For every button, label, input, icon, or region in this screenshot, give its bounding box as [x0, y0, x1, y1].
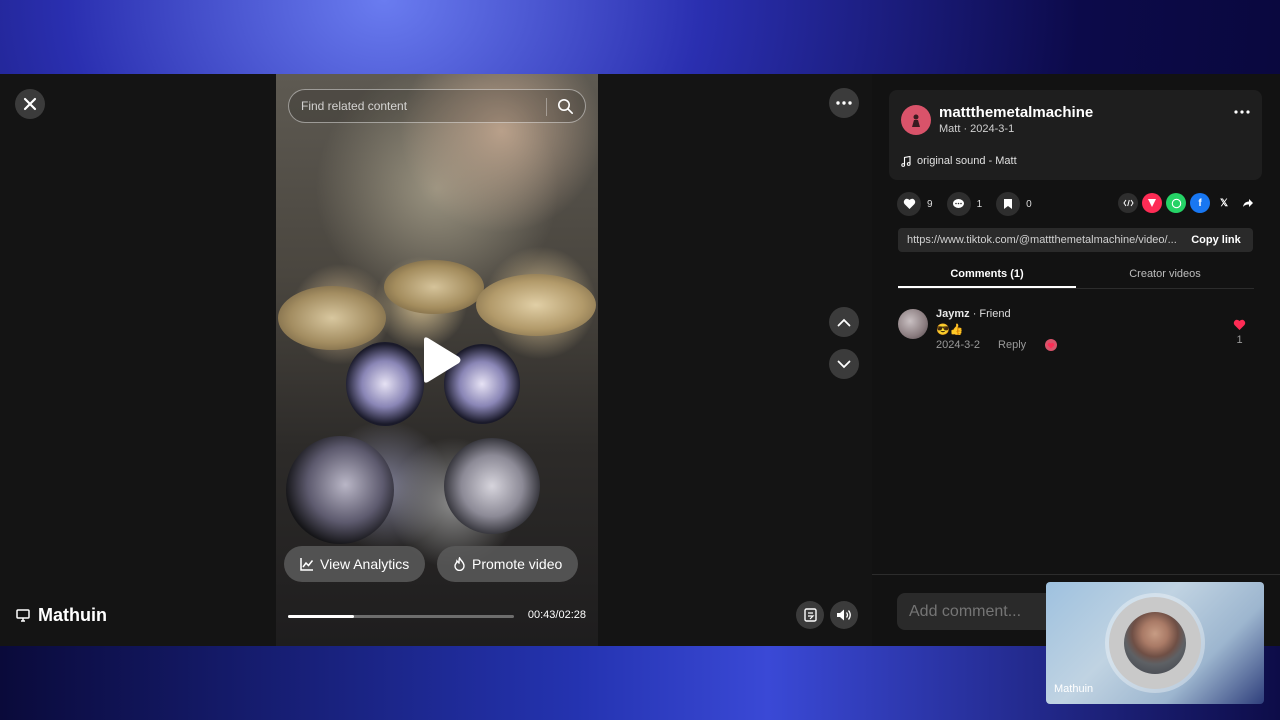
author-subline: Matt · 2024-3-1 — [939, 123, 1015, 135]
drum-shape — [346, 342, 424, 426]
promote-video-button[interactable]: Promote video — [437, 546, 579, 582]
cymbal-shape — [384, 260, 484, 314]
previous-video-button[interactable] — [829, 307, 859, 337]
panel-tabs: Comments (1) Creator videos — [898, 260, 1254, 289]
embed-icon[interactable] — [1118, 193, 1138, 213]
comment-like-button[interactable]: 1 — [1233, 319, 1246, 346]
details-panel: mattthemetalmachine Matt · 2024-3-1 orig… — [872, 74, 1280, 646]
heart-icon — [1233, 319, 1246, 330]
play-icon[interactable] — [420, 336, 462, 384]
comment-author-name[interactable]: Jaymz — [936, 308, 970, 320]
camera-avatar — [1124, 612, 1186, 674]
more-icon[interactable] — [1234, 110, 1250, 114]
close-icon — [23, 97, 37, 111]
whatsapp-icon[interactable] — [1166, 193, 1186, 213]
like-button[interactable]: 9 — [897, 192, 933, 216]
video-link-box: https://www.tiktok.com/@mattthemetalmach… — [898, 228, 1253, 252]
search-related-input[interactable]: Find related content — [288, 89, 586, 123]
tab-comments[interactable]: Comments (1) — [898, 260, 1076, 288]
bookmark-icon — [1004, 199, 1013, 209]
search-divider — [546, 98, 547, 116]
presenter-label: Mathuin — [16, 605, 107, 626]
search-icon[interactable] — [557, 98, 574, 115]
volume-icon — [837, 609, 851, 621]
author-username[interactable]: mattthemetalmachine — [939, 104, 1093, 121]
music-note-icon — [901, 155, 911, 167]
share-options: f 𝕏 — [1118, 193, 1258, 213]
sound-label: original sound - Matt — [917, 155, 1017, 167]
comment-like-count: 1 — [1236, 334, 1243, 346]
presenter-name: Mathuin — [38, 605, 107, 625]
comment-item: Jaymz · Friend 😎👍 2024-3-2 Reply 1 — [898, 307, 1254, 367]
monitor-icon — [16, 609, 30, 622]
camera-name: Mathuin — [1054, 683, 1094, 695]
video-player[interactable]: Find related content View Analytics Prom… — [276, 74, 598, 646]
floating-player-button[interactable] — [796, 601, 824, 629]
drum-shape — [286, 436, 394, 544]
engagement-actions: 9 1 0 — [897, 192, 1032, 216]
video-time: 00:43/02:28 — [527, 609, 586, 621]
video-area: Find related content View Analytics Prom… — [0, 74, 872, 646]
comment-date: 2024-3-2 — [936, 339, 981, 351]
cymbal-shape — [278, 286, 386, 350]
avatar[interactable] — [901, 105, 931, 135]
x-icon[interactable]: 𝕏 — [1214, 193, 1234, 213]
cymbal-shape — [476, 274, 596, 336]
more-icon — [836, 101, 852, 105]
promote-video-label: Promote video — [472, 556, 563, 572]
close-button[interactable] — [15, 89, 45, 119]
comment-author-relation: · Friend — [972, 308, 1011, 320]
analytics-icon — [300, 558, 314, 571]
more-options-button[interactable] — [829, 88, 859, 118]
video-progress-fill — [288, 615, 354, 618]
volume-button[interactable] — [830, 601, 858, 629]
heart-icon — [903, 198, 915, 209]
comment-button[interactable]: 1 — [946, 192, 983, 216]
send-to-friends-icon[interactable] — [1142, 193, 1162, 213]
camera-avatar-ring — [1109, 597, 1201, 689]
comment-meta: 2024-3-2 Reply — [936, 338, 1058, 352]
flame-icon — [454, 557, 465, 571]
save-count: 0 — [1026, 198, 1032, 210]
viewer-stage: Find related content View Analytics Prom… — [0, 74, 1280, 646]
copy-link-button[interactable]: Copy link — [1179, 228, 1253, 252]
avatar[interactable] — [898, 309, 928, 339]
tab-creator-videos[interactable]: Creator videos — [1076, 260, 1254, 288]
comment-count: 1 — [976, 198, 983, 210]
comment-reply-button[interactable]: Reply — [998, 339, 1026, 351]
author-card: mattthemetalmachine Matt · 2024-3-1 orig… — [889, 90, 1262, 180]
comment-text: 😎👍 — [936, 324, 964, 336]
chevron-down-icon — [837, 360, 851, 368]
search-placeholder: Find related content — [301, 99, 408, 113]
pip-icon — [803, 608, 817, 622]
like-count: 9 — [927, 198, 933, 210]
camera-tile: Mathuin — [1046, 582, 1264, 704]
share-arrow-icon[interactable] — [1238, 193, 1258, 213]
save-button[interactable]: 0 — [996, 192, 1032, 216]
chevron-up-icon — [837, 318, 851, 326]
facebook-icon[interactable]: f — [1190, 193, 1210, 213]
view-analytics-button[interactable]: View Analytics — [284, 546, 426, 582]
comment-icon — [953, 199, 965, 208]
next-video-button[interactable] — [829, 349, 859, 379]
view-analytics-label: View Analytics — [320, 556, 410, 572]
video-link[interactable]: https://www.tiktok.com/@mattthemetalmach… — [907, 234, 1181, 246]
comment-author: Jaymz · Friend — [936, 308, 1011, 320]
sound-link[interactable]: original sound - Matt — [901, 155, 1017, 167]
video-progress-bar[interactable] — [288, 615, 514, 618]
creator-liked-icon — [1045, 339, 1058, 351]
drum-shape — [444, 438, 540, 534]
guitarist-avatar-icon — [912, 114, 920, 127]
